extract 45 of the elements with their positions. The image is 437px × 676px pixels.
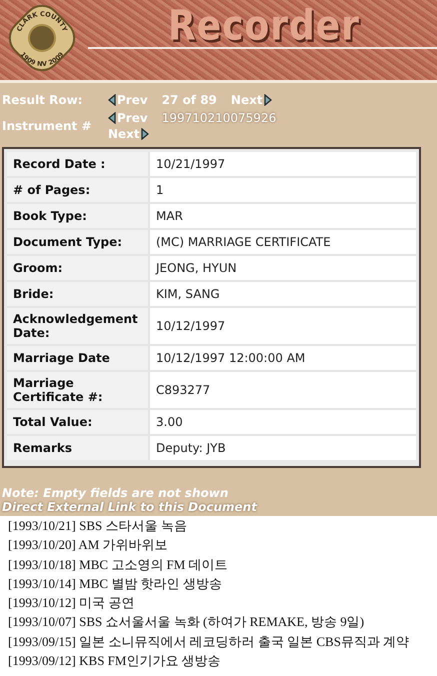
prev-link[interactable]: Prev xyxy=(108,93,148,107)
field-label: # of Pages: xyxy=(7,178,148,202)
schedule-entry: [1993/10/14] MBC 별밤 핫라인 생방송 xyxy=(8,574,223,593)
right-arrow-icon xyxy=(264,94,272,106)
prev-link[interactable]: Prev xyxy=(108,111,148,125)
schedule-entry: [1993/10/12] 미국 공연 xyxy=(8,594,136,612)
result-position: 27 of 89 xyxy=(162,93,217,107)
schedule-entry: [1993/10/18] MBC 고소영의 FM 데이트 xyxy=(8,556,229,574)
field-value: KIM, SANG xyxy=(150,282,416,306)
field-label: Record Date : xyxy=(7,152,148,176)
field-value: Deputy: JYB xyxy=(150,436,416,460)
field-label: Marriage Date xyxy=(7,346,148,370)
result-row-label: Result Row: xyxy=(2,93,84,107)
field-value: 10/12/1997 12:00:00 AM xyxy=(150,346,416,370)
next-link[interactable]: Next xyxy=(108,127,149,141)
field-label: Remarks xyxy=(7,436,148,460)
field-label: Bride: xyxy=(7,282,148,306)
field-label: Book Type: xyxy=(7,204,148,228)
field-value: C893277 xyxy=(150,372,416,408)
field-label: Total Value: xyxy=(7,410,148,434)
schedule-entry: [1993/10/20] AM 가위바위보 xyxy=(8,536,169,554)
schedule-entry: [1993/10/07] SBS 쇼서울서울 녹화 (하여가 REMAKE, 방송 9일) xyxy=(8,613,366,632)
field-value: (MC) MARRIAGE CERTIFICATE xyxy=(150,230,416,254)
empty-fields-note: Note: Empty fields are not shown xyxy=(2,486,230,500)
field-label: Marriage Certificate #: xyxy=(7,372,148,408)
instrument-label: Instrument # xyxy=(2,119,93,133)
field-label: Acknowledgement Date: xyxy=(7,308,148,344)
schedule-entry: [1993/10/21] SBS 스타서울 녹음 xyxy=(8,517,188,535)
left-arrow-icon xyxy=(108,94,116,106)
field-label: Document Type: xyxy=(7,230,148,254)
field-value: JEONG, HYUN xyxy=(150,256,416,280)
field-value: MAR xyxy=(150,204,416,228)
instrument-number: 199710210075926 xyxy=(162,111,276,125)
external-link[interactable]: Direct External Link to this Document xyxy=(2,500,437,514)
left-arrow-icon xyxy=(108,112,116,124)
right-arrow-icon xyxy=(140,128,149,140)
next-link[interactable]: Next xyxy=(230,93,272,107)
field-value: 1 xyxy=(150,178,416,202)
page-title: Recorder xyxy=(168,2,360,50)
schedule-entry: [1993/09/15] 일본 소니뮤직에서 레코딩하러 출국 일본 CBS뮤직과 계약 xyxy=(8,632,410,651)
field-value: 10/12/1997 xyxy=(150,308,416,344)
field-value: 10/21/1997 xyxy=(150,152,416,176)
schedule-entry: [1993/09/12] KBS FM인기가요 생방송 xyxy=(8,652,222,670)
field-label: Groom: xyxy=(7,256,148,280)
field-value: 3.00 xyxy=(150,410,416,434)
